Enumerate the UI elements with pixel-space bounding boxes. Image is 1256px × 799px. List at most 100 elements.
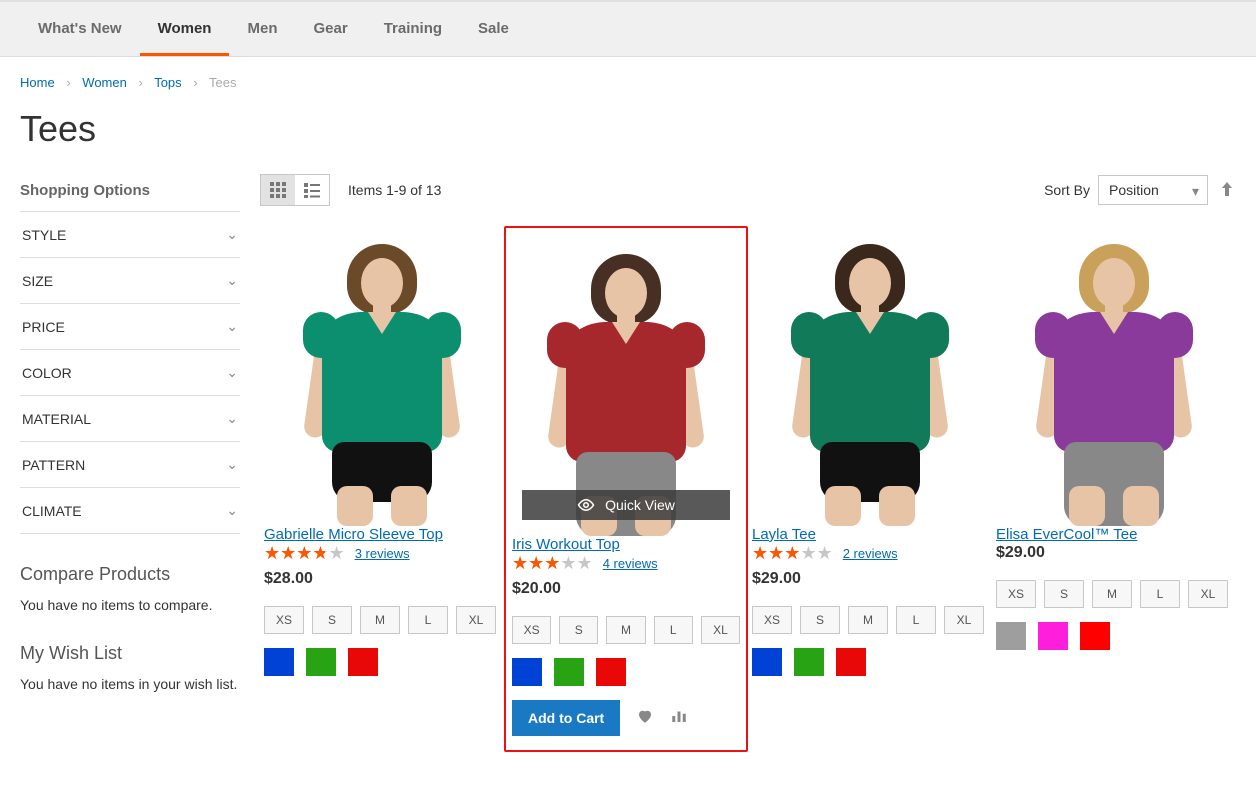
color-swatch[interactable] bbox=[596, 658, 626, 686]
sort-select[interactable]: Position ▾ bbox=[1098, 175, 1208, 205]
product-price: $20.00 bbox=[512, 580, 740, 598]
view-mode-switch bbox=[260, 174, 330, 206]
list-mode-button[interactable] bbox=[295, 175, 329, 205]
filter-label: COLOR bbox=[22, 365, 72, 381]
toolbar-sorter: Sort By Position ▾ bbox=[1044, 175, 1236, 205]
color-swatch[interactable] bbox=[836, 648, 866, 676]
filter-label: MATERIAL bbox=[22, 411, 91, 427]
filter-style[interactable]: STYLE⌄ bbox=[20, 211, 240, 257]
nav-item-gear[interactable]: Gear bbox=[295, 2, 365, 56]
add-to-cart-button[interactable]: Add to Cart bbox=[512, 700, 620, 736]
product-card: Layla Tee★★★★★★★★★★ 2 reviews $29.00 XS SMLX… bbox=[748, 226, 992, 752]
product-image[interactable]: Quick View bbox=[512, 236, 740, 536]
chevron-down-icon: ⌄ bbox=[226, 502, 238, 519]
size-swatch-xs[interactable]: XS bbox=[512, 616, 551, 644]
size-swatch-l[interactable]: L bbox=[1140, 580, 1180, 608]
chevron-right-icon: › bbox=[138, 75, 142, 90]
size-swatch-l[interactable]: L bbox=[896, 606, 936, 634]
product-image[interactable] bbox=[264, 226, 500, 526]
nav-item-what-s-new[interactable]: What's New bbox=[20, 2, 140, 56]
size-swatch-m[interactable]: M bbox=[1092, 580, 1132, 608]
product-name[interactable]: Iris Workout Top bbox=[512, 536, 620, 553]
product-name[interactable]: Layla Tee bbox=[752, 526, 816, 543]
nav-item-training[interactable]: Training bbox=[366, 2, 460, 56]
filter-size[interactable]: SIZE⌄ bbox=[20, 257, 240, 303]
color-swatch[interactable] bbox=[512, 658, 542, 686]
add-to-compare-button[interactable] bbox=[670, 707, 688, 730]
filter-label: PRICE bbox=[22, 319, 65, 335]
size-swatch-s[interactable]: S bbox=[559, 616, 598, 644]
size-swatch-xl[interactable]: XL bbox=[944, 606, 984, 634]
product-price: $29.00 bbox=[752, 570, 988, 588]
breadcrumb-women[interactable]: Women bbox=[82, 75, 127, 90]
chevron-down-icon: ⌄ bbox=[226, 318, 238, 335]
nav-item-sale[interactable]: Sale bbox=[460, 2, 527, 56]
grid-icon bbox=[269, 181, 287, 199]
reviews-link[interactable]: 4 reviews bbox=[603, 556, 658, 571]
size-swatch-m[interactable]: M bbox=[848, 606, 888, 634]
filter-pattern[interactable]: PATTERN ⌄ bbox=[20, 441, 240, 487]
size-swatch-s[interactable]: S bbox=[312, 606, 352, 634]
sort-direction-button[interactable] bbox=[1218, 180, 1236, 201]
breadcrumb: Home › Women › Tops › Tees bbox=[20, 57, 1236, 100]
compare-products-empty: You have no items to compare. bbox=[20, 597, 240, 613]
size-swatch-m[interactable]: M bbox=[606, 616, 645, 644]
filter-climate[interactable]: CLIMATE⌄ bbox=[20, 487, 240, 534]
sort-by-label: Sort By bbox=[1044, 182, 1090, 198]
filter-price[interactable]: PRICE ⌄ bbox=[20, 303, 240, 349]
rating-stars: ★★★★★★★★★★ bbox=[752, 544, 833, 562]
chevron-down-icon: ▾ bbox=[1192, 183, 1199, 200]
color-swatch[interactable] bbox=[1038, 622, 1068, 650]
filter-material[interactable]: MATERIAL⌄ bbox=[20, 395, 240, 441]
color-swatch[interactable] bbox=[348, 648, 378, 676]
chevron-right-icon: › bbox=[66, 75, 70, 90]
nav-item-men[interactable]: Men bbox=[229, 2, 295, 56]
size-swatch-xs[interactable]: XS bbox=[264, 606, 304, 634]
filter-color[interactable]: COLOR⌄ bbox=[20, 349, 240, 395]
chevron-down-icon: ⌄ bbox=[226, 272, 238, 289]
product-price: $29.00 bbox=[996, 544, 1232, 562]
size-swatch-xs[interactable]: XS bbox=[996, 580, 1036, 608]
size-swatch-xl[interactable]: XL bbox=[701, 616, 740, 644]
product-image[interactable] bbox=[752, 226, 988, 526]
color-swatch[interactable] bbox=[1080, 622, 1110, 650]
size-swatch-m[interactable]: M bbox=[360, 606, 400, 634]
size-swatch-s[interactable]: S bbox=[1044, 580, 1084, 608]
bar-chart-icon bbox=[670, 707, 688, 725]
size-swatch-s[interactable]: S bbox=[800, 606, 840, 634]
shopping-options-title: Shopping Options bbox=[20, 174, 240, 211]
breadcrumb-tops[interactable]: Tops bbox=[154, 75, 181, 90]
color-swatch[interactable] bbox=[996, 622, 1026, 650]
chevron-down-icon: ⌄ bbox=[226, 226, 238, 243]
color-swatch[interactable] bbox=[306, 648, 336, 676]
color-swatch[interactable] bbox=[264, 648, 294, 676]
color-swatch[interactable] bbox=[794, 648, 824, 676]
breadcrumb-home[interactable]: Home bbox=[20, 75, 55, 90]
chevron-down-icon: ⌄ bbox=[226, 456, 238, 473]
size-swatch-xl[interactable]: XL bbox=[456, 606, 496, 634]
grid-mode-button[interactable] bbox=[261, 175, 295, 205]
color-swatch[interactable] bbox=[752, 648, 782, 676]
reviews-link[interactable]: 3 reviews bbox=[355, 546, 410, 561]
nav-item-women[interactable]: Women bbox=[140, 2, 230, 56]
add-to-wishlist-button[interactable] bbox=[636, 707, 654, 730]
chevron-right-icon: › bbox=[193, 75, 197, 90]
wishlist-title: My Wish List bbox=[20, 643, 240, 664]
product-name[interactable]: Elisa EverCool™ Tee bbox=[996, 526, 1137, 543]
quick-view-button[interactable]: Quick View bbox=[522, 490, 730, 520]
product-image[interactable] bbox=[996, 226, 1232, 526]
size-swatch-xl[interactable]: XL bbox=[1188, 580, 1228, 608]
arrow-up-icon bbox=[1218, 180, 1236, 198]
reviews-link[interactable]: 2 reviews bbox=[843, 546, 898, 561]
compare-products-title: Compare Products bbox=[20, 564, 240, 585]
product-name[interactable]: Gabrielle Micro Sleeve Top bbox=[264, 526, 443, 543]
size-swatch-l[interactable]: L bbox=[408, 606, 448, 634]
size-swatch-l[interactable]: L bbox=[654, 616, 693, 644]
product-grid: Gabrielle Micro Sleeve Top ★★★★★★★★★★ 3 re… bbox=[260, 226, 1236, 752]
color-swatch[interactable] bbox=[554, 658, 584, 686]
product-price: $28.00 bbox=[264, 570, 500, 588]
filter-label: PATTERN bbox=[22, 457, 85, 473]
size-swatch-xs[interactable]: XS bbox=[752, 606, 792, 634]
toolbar-amount: Items 1-9 of 13 bbox=[348, 182, 441, 198]
wishlist-empty: You have no items in your wish list. bbox=[20, 676, 240, 692]
